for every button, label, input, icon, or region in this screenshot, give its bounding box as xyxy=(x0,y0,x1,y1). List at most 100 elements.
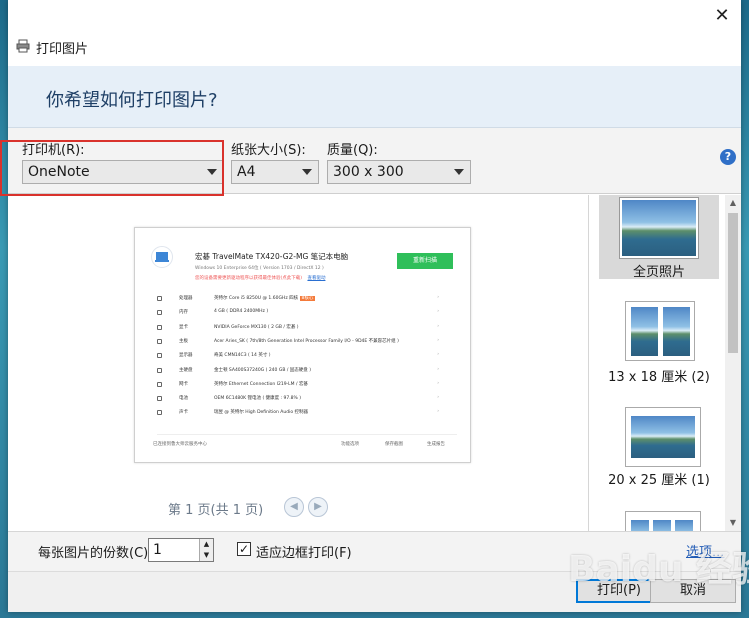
chevron-right-icon: › xyxy=(437,409,439,415)
chevron-right-icon: › xyxy=(437,295,439,300)
spec-value: Acer Aries_SK ( 7th/8th Generation Intel… xyxy=(214,338,399,344)
spec-value-text: 4 GB ( DDR4 2400MHz ) xyxy=(214,309,269,315)
print-preview: 宏碁 TravelMate TX420-G2-MG 笔记本电脑 Windows … xyxy=(8,195,588,531)
spec-value-text: 奇美 CMN14C3 ( 14 英寸 ) xyxy=(214,353,271,359)
spec-value: 奇美 CMN14C3 ( 14 英寸 ) xyxy=(214,352,271,358)
increment-button[interactable]: ▲ xyxy=(200,539,213,550)
print-question: 你希望如何打印图片? xyxy=(46,90,218,111)
doc-spec-row: 显卡 NVIDIA GeForce MX130 ( 2 GB / 宏碁 ) › xyxy=(157,321,447,334)
spec-value-text: 英特尔 Core i5 8250U @ 1.60GHz 四核 xyxy=(214,296,299,301)
spec-key: 显示器 xyxy=(179,353,193,359)
fit-frame-label[interactable]: 适应边框打印(F) xyxy=(256,542,352,561)
copies-stepper[interactable]: 1 ▲ ▼ xyxy=(148,538,214,562)
layout-list: 全页照片 13 x 18 厘米 (2) 20 x 25 厘米 (1) xyxy=(588,195,741,531)
scroll-down-arrow[interactable]: ▼ xyxy=(725,515,741,531)
doc-footer-save: 保存截图 xyxy=(385,442,403,447)
doc-spec-row: 处理器 英特尔 Core i5 8250U @ 1.60GHz 四核 8核心 › xyxy=(157,292,447,305)
spec-icon xyxy=(157,338,162,344)
doc-spec-row: 电池 OEM 6C1480K 锂电池 ( 健康度 : 97.8% ) › xyxy=(157,392,447,405)
spec-key: 主硬盘 xyxy=(179,367,193,373)
spec-value: OEM 6C1480K 锂电池 ( 健康度 : 97.8% ) xyxy=(214,395,301,401)
chevron-right-icon: › xyxy=(437,352,439,358)
spec-tag: 8核心 xyxy=(299,296,316,301)
spec-value-text: Acer Aries_SK ( 7th/8th Generation Intel… xyxy=(214,338,399,344)
close-button[interactable]: ✕ xyxy=(707,2,737,30)
spec-key: 处理器 xyxy=(179,296,193,301)
layout-more[interactable] xyxy=(599,509,719,531)
spec-value-text: OEM 6C1480K 锂电池 ( 健康度 : 97.8% ) xyxy=(214,396,302,402)
spec-key: 声卡 xyxy=(179,410,188,416)
layout-13x18[interactable]: 13 x 18 厘米 (2) xyxy=(599,299,719,385)
spec-value-text: 英特尔 Ethernet Connection I219-LM / 宏碁 xyxy=(214,381,308,387)
doc-footer-options: 功能选项 xyxy=(341,442,359,447)
spec-icon xyxy=(157,353,162,359)
scroll-up-arrow[interactable]: ▲ xyxy=(725,195,741,211)
layout-scrollbar[interactable]: ▲ ▼ xyxy=(725,195,741,531)
spec-value-text: NVIDIA GeForce MX130 ( 2 GB / 宏碁 ) xyxy=(214,324,299,330)
chevron-right-icon: › xyxy=(437,395,439,401)
chevron-down-icon xyxy=(302,169,312,175)
spec-icon xyxy=(157,410,162,416)
spec-value: 英特尔 Ethernet Connection I219-LM / 宏碁 xyxy=(214,381,308,387)
doc-footer-divider xyxy=(157,434,457,435)
spec-value: 瑞昱 @ 英特尔 High Definition Audio 控制器 xyxy=(214,409,308,415)
spec-icon xyxy=(157,324,162,330)
printer-icon xyxy=(16,39,30,53)
decrement-button[interactable]: ▼ xyxy=(200,550,213,561)
doc-footer-left: 已连接到鲁大师云服务中心 xyxy=(153,442,207,447)
spec-icon xyxy=(157,367,162,373)
print-pictures-dialog: ✕ 打印图片 你希望如何打印图片? 打印机(R): OneNote 纸张大小(S… xyxy=(8,0,741,612)
layout-thumbnail xyxy=(625,511,701,531)
next-page-button[interactable]: ▶ xyxy=(308,497,328,517)
chevron-right-icon: › xyxy=(437,380,439,386)
printer-highlight-annotation xyxy=(0,140,224,196)
doc-warning-text: 您的设备需要更新驱动程序以获得最佳体验(点此下载) xyxy=(195,276,303,281)
fit-frame-checkbox[interactable]: ✓ xyxy=(237,542,251,556)
spec-value-text: 瑞昱 @ 英特尔 High Definition Audio 控制器 xyxy=(214,410,309,416)
spec-value: NVIDIA GeForce MX130 ( 2 GB / 宏碁 ) xyxy=(214,324,299,330)
quality-select[interactable]: 300 x 300 xyxy=(327,160,471,184)
doc-spec-row: 内存 4 GB ( DDR4 2400MHz ) › xyxy=(157,306,447,319)
rescan-button: 重新扫描 xyxy=(397,253,453,269)
copies-label: 每张图片的份数(C): xyxy=(38,546,153,561)
dialog-title-text: 打印图片 xyxy=(36,42,89,57)
layout-thumbnail xyxy=(625,301,695,361)
spec-value: 金士顿 SA400S37240G ( 240 GB / 固态硬盘 ) xyxy=(214,367,311,373)
spec-key: 网卡 xyxy=(179,381,188,387)
previous-page-button[interactable]: ◀ xyxy=(284,497,304,517)
layout-caption: 13 x 18 厘米 (2) xyxy=(608,370,710,385)
help-icon[interactable]: ? xyxy=(720,149,736,165)
chevron-right-icon: › xyxy=(437,337,439,343)
layout-thumbnail xyxy=(620,198,698,258)
layout-caption: 20 x 25 厘米 (1) xyxy=(608,473,710,488)
doc-spec-row: 声卡 瑞昱 @ 英特尔 High Definition Audio 控制器 › xyxy=(157,406,447,419)
doc-spec-row: 显示器 奇美 CMN14C3 ( 14 英寸 ) › xyxy=(157,349,447,362)
watermark: Baidu 经验 xyxy=(568,549,749,590)
spec-value: 英特尔 Core i5 8250U @ 1.60GHz 四核 8核心 xyxy=(214,295,316,301)
header-banner: 你希望如何打印图片? xyxy=(8,66,741,128)
chevron-down-icon xyxy=(454,169,464,175)
scroll-thumb[interactable] xyxy=(728,213,738,353)
chevron-right-icon: › xyxy=(437,309,439,315)
paper-size-select-value: A4 xyxy=(237,164,256,180)
spec-icon xyxy=(157,310,162,316)
layout-20x25[interactable]: 20 x 25 厘米 (1) xyxy=(599,405,719,489)
layout-full-page[interactable]: 全页照片 xyxy=(599,195,719,280)
spec-value-text: 金士顿 SA400S37240G ( 240 GB / 固态硬盘 ) xyxy=(214,367,311,373)
preview-page: 宏碁 TravelMate TX420-G2-MG 笔记本电脑 Windows … xyxy=(134,227,471,463)
spec-value: 4 GB ( DDR4 2400MHz ) xyxy=(214,309,268,314)
stepper-buttons: ▲ ▼ xyxy=(199,539,213,561)
spec-key: 显卡 xyxy=(179,324,188,330)
paper-size-select[interactable]: A4 xyxy=(231,160,319,184)
chevron-right-icon: › xyxy=(437,323,439,329)
spec-key: 内存 xyxy=(179,310,188,316)
quality-label: 质量(Q): xyxy=(327,143,378,158)
title-bar: ✕ xyxy=(8,0,741,32)
spec-icon xyxy=(157,396,162,402)
spec-icon xyxy=(157,296,162,301)
chevron-right-icon: › xyxy=(437,366,439,372)
paper-size-label: 纸张大小(S): xyxy=(231,143,306,158)
doc-spec-row: 主板 Acer Aries_SK ( 7th/8th Generation Int… xyxy=(157,335,447,348)
page-indicator: 第 1 页(共 1 页) xyxy=(168,503,264,518)
spec-key: 主板 xyxy=(179,338,188,344)
